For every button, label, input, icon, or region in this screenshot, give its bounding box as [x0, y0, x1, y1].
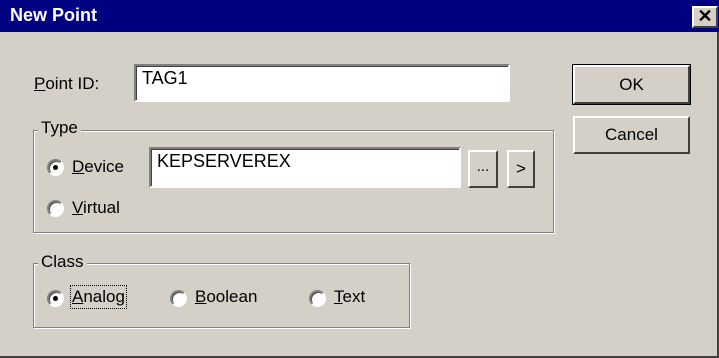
analog-radio[interactable]: [47, 290, 64, 307]
device-label[interactable]: Device: [72, 157, 124, 177]
device-label-accel: D: [72, 157, 85, 176]
title-bar: New Point ✕: [0, 0, 719, 32]
cancel-button-label: Cancel: [605, 125, 658, 144]
device-radio[interactable]: [47, 159, 64, 176]
type-group-legend: Type: [38, 118, 81, 138]
analog-label[interactable]: Analog: [70, 285, 127, 309]
go-button[interactable]: >: [507, 150, 535, 188]
analog-label-text: nalog: [83, 287, 125, 306]
chevron-right-icon: >: [516, 159, 526, 178]
device-radio-dot: [53, 165, 58, 170]
browse-button[interactable]: ...: [468, 150, 498, 188]
text-label-text: ext: [342, 287, 366, 306]
device-value: KEPSERVEREX: [157, 151, 291, 171]
point-id-label-text: oint ID:: [45, 74, 100, 93]
virtual-label-text: irtual: [83, 198, 120, 217]
close-button[interactable]: ✕: [692, 6, 718, 28]
virtual-label[interactable]: Virtual: [72, 198, 120, 218]
device-label-text: evice: [84, 157, 124, 176]
boolean-radio[interactable]: [170, 290, 187, 307]
text-label-accel: T: [334, 287, 343, 306]
boolean-label[interactable]: Boolean: [195, 287, 257, 307]
text-radio[interactable]: [309, 290, 326, 307]
point-id-value: TAG1: [142, 68, 188, 88]
close-icon: ✕: [697, 6, 713, 26]
point-id-input[interactable]: TAG1: [134, 64, 510, 102]
dialog-title: New Point: [10, 5, 98, 25]
boolean-label-accel: B: [195, 287, 207, 306]
analog-radio-dot: [53, 296, 58, 301]
ellipsis-icon: ...: [476, 158, 490, 175]
text-label[interactable]: Text: [334, 287, 365, 307]
point-id-label: Point ID:: [34, 74, 99, 94]
analog-label-accel: A: [72, 287, 84, 306]
device-input[interactable]: KEPSERVEREX: [149, 147, 461, 188]
new-point-dialog: New Point ✕ Point ID: TAG1 OK Cancel Typ…: [0, 0, 719, 358]
ok-button-label: OK: [619, 75, 644, 94]
ok-button[interactable]: OK: [572, 64, 691, 105]
virtual-radio[interactable]: [47, 200, 64, 217]
class-group-legend: Class: [38, 252, 87, 272]
virtual-label-accel: V: [72, 198, 84, 217]
point-id-label-accel: P: [34, 74, 46, 93]
cancel-button[interactable]: Cancel: [573, 116, 690, 154]
boolean-label-text: oolean: [206, 287, 258, 306]
